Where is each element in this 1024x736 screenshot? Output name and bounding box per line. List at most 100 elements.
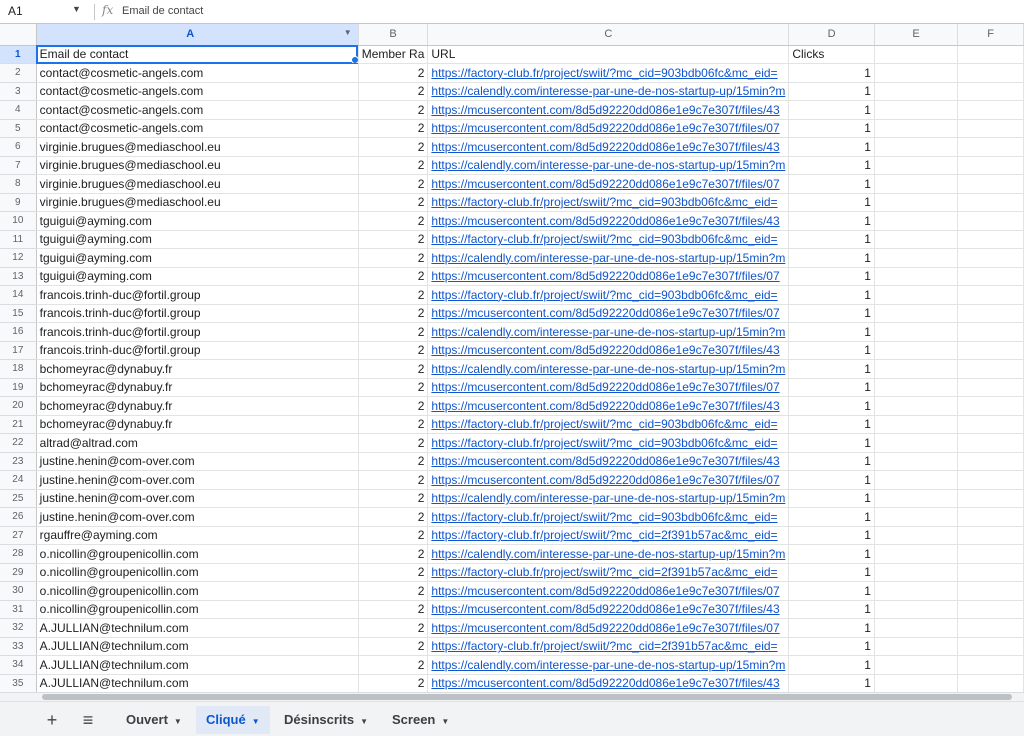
empty-cell[interactable] bbox=[874, 211, 959, 231]
clicks-cell[interactable]: 1 bbox=[788, 637, 875, 656]
url-cell[interactable]: https://factory-club.fr/project/swiit/?m… bbox=[427, 433, 790, 453]
empty-cell[interactable] bbox=[874, 119, 959, 138]
row-header[interactable]: 23 bbox=[0, 452, 37, 471]
clicks-cell[interactable]: 1 bbox=[788, 433, 875, 453]
row-header[interactable]: 18 bbox=[0, 359, 37, 379]
email-cell[interactable]: francois.trinh-duc@fortil.group bbox=[36, 285, 359, 305]
member-rating-cell[interactable]: 2 bbox=[358, 359, 429, 379]
row-header[interactable]: 25 bbox=[0, 489, 37, 508]
horizontal-scrollbar[interactable] bbox=[0, 692, 1024, 701]
empty-cell[interactable] bbox=[957, 433, 1024, 453]
email-cell[interactable]: o.nicollin@groupenicollin.com bbox=[36, 563, 359, 582]
column-header-c[interactable]: C bbox=[427, 24, 790, 46]
empty-cell[interactable] bbox=[874, 193, 959, 212]
row-header[interactable]: 7 bbox=[0, 156, 37, 175]
email-cell[interactable]: justine.henin@com-over.com bbox=[36, 507, 359, 527]
empty-cell[interactable] bbox=[874, 674, 959, 692]
member-rating-cell[interactable]: 2 bbox=[358, 100, 429, 120]
row-header[interactable]: 6 bbox=[0, 137, 37, 157]
empty-cell[interactable] bbox=[957, 248, 1024, 268]
email-cell[interactable]: A.JULLIAN@technilum.com bbox=[36, 655, 359, 675]
email-cell[interactable]: bchomeyrac@dynabuy.fr bbox=[36, 415, 359, 434]
clicks-cell[interactable]: 1 bbox=[788, 174, 875, 194]
empty-cell[interactable] bbox=[874, 137, 959, 157]
url-cell[interactable]: https://mcusercontent.com/8d5d92220dd086… bbox=[427, 452, 790, 471]
empty-cell[interactable] bbox=[957, 544, 1024, 564]
row-header[interactable]: 11 bbox=[0, 230, 37, 249]
row-header[interactable]: 32 bbox=[0, 618, 37, 638]
row-header[interactable]: 28 bbox=[0, 544, 37, 564]
email-cell[interactable]: francois.trinh-duc@fortil.group bbox=[36, 322, 359, 342]
clicks-cell[interactable]: 1 bbox=[788, 230, 875, 249]
member-rating-cell[interactable]: 2 bbox=[358, 618, 429, 638]
row-header[interactable]: 13 bbox=[0, 267, 37, 286]
empty-cell[interactable] bbox=[874, 600, 959, 619]
member-rating-cell[interactable]: 2 bbox=[358, 378, 429, 397]
clicks-cell[interactable]: 1 bbox=[788, 378, 875, 397]
url-cell[interactable]: https://factory-club.fr/project/swiit/?m… bbox=[427, 563, 790, 582]
select-all-corner[interactable] bbox=[0, 24, 37, 46]
url-cell[interactable]: https://mcusercontent.com/8d5d92220dd086… bbox=[427, 581, 790, 601]
empty-cell[interactable] bbox=[957, 193, 1024, 212]
member-rating-cell[interactable]: 2 bbox=[358, 193, 429, 212]
email-cell[interactable]: justine.henin@com-over.com bbox=[36, 489, 359, 508]
row-header[interactable]: 3 bbox=[0, 82, 37, 101]
member-rating-cell[interactable]: 2 bbox=[358, 526, 429, 545]
clicks-cell[interactable]: 1 bbox=[788, 341, 875, 360]
empty-cell[interactable] bbox=[874, 489, 959, 508]
empty-cell[interactable] bbox=[957, 341, 1024, 360]
cell-f1[interactable] bbox=[957, 45, 1024, 64]
email-cell[interactable]: A.JULLIAN@technilum.com bbox=[36, 637, 359, 656]
column-header-f[interactable]: F bbox=[957, 24, 1024, 46]
empty-cell[interactable] bbox=[957, 211, 1024, 231]
empty-cell[interactable] bbox=[874, 452, 959, 471]
member-rating-cell[interactable]: 2 bbox=[358, 119, 429, 138]
url-cell[interactable]: https://calendly.com/interesse-par-une-d… bbox=[427, 359, 790, 379]
email-cell[interactable]: bchomeyrac@dynabuy.fr bbox=[36, 359, 359, 379]
member-rating-cell[interactable]: 2 bbox=[358, 507, 429, 527]
empty-cell[interactable] bbox=[957, 156, 1024, 175]
empty-cell[interactable] bbox=[874, 82, 959, 101]
email-cell[interactable]: virginie.brugues@mediaschool.eu bbox=[36, 193, 359, 212]
clicks-cell[interactable]: 1 bbox=[788, 489, 875, 508]
member-rating-cell[interactable]: 2 bbox=[358, 544, 429, 564]
email-cell[interactable]: bchomeyrac@dynabuy.fr bbox=[36, 396, 359, 416]
row-header[interactable]: 17 bbox=[0, 341, 37, 360]
url-cell[interactable]: https://mcusercontent.com/8d5d92220dd086… bbox=[427, 304, 790, 323]
row-header[interactable]: 20 bbox=[0, 396, 37, 416]
clicks-cell[interactable]: 1 bbox=[788, 248, 875, 268]
chevron-down-icon[interactable]: ▼ bbox=[252, 717, 260, 726]
member-rating-cell[interactable]: 2 bbox=[358, 563, 429, 582]
clicks-cell[interactable]: 1 bbox=[788, 63, 875, 83]
clicks-cell[interactable]: 1 bbox=[788, 507, 875, 527]
member-rating-cell[interactable]: 2 bbox=[358, 396, 429, 416]
url-cell[interactable]: https://mcusercontent.com/8d5d92220dd086… bbox=[427, 674, 790, 692]
column-header-a[interactable]: A ▼ bbox=[36, 24, 359, 46]
row-header[interactable]: 14 bbox=[0, 285, 37, 305]
empty-cell[interactable] bbox=[874, 174, 959, 194]
url-cell[interactable]: https://mcusercontent.com/8d5d92220dd086… bbox=[427, 137, 790, 157]
clicks-cell[interactable]: 1 bbox=[788, 359, 875, 379]
clicks-cell[interactable]: 1 bbox=[788, 470, 875, 490]
empty-cell[interactable] bbox=[874, 248, 959, 268]
url-cell[interactable]: https://mcusercontent.com/8d5d92220dd086… bbox=[427, 396, 790, 416]
clicks-cell[interactable]: 1 bbox=[788, 193, 875, 212]
url-cell[interactable]: https://mcusercontent.com/8d5d92220dd086… bbox=[427, 378, 790, 397]
url-cell[interactable]: https://mcusercontent.com/8d5d92220dd086… bbox=[427, 267, 790, 286]
email-cell[interactable]: justine.henin@com-over.com bbox=[36, 470, 359, 490]
member-rating-cell[interactable]: 2 bbox=[358, 322, 429, 342]
member-rating-cell[interactable]: 2 bbox=[358, 304, 429, 323]
email-cell[interactable]: francois.trinh-duc@fortil.group bbox=[36, 341, 359, 360]
clicks-cell[interactable]: 1 bbox=[788, 618, 875, 638]
empty-cell[interactable] bbox=[874, 655, 959, 675]
clicks-cell[interactable]: 1 bbox=[788, 304, 875, 323]
clicks-cell[interactable]: 1 bbox=[788, 211, 875, 231]
row-header[interactable]: 33 bbox=[0, 637, 37, 656]
empty-cell[interactable] bbox=[957, 507, 1024, 527]
clicks-cell[interactable]: 1 bbox=[788, 156, 875, 175]
column-header-b[interactable]: B bbox=[358, 24, 429, 46]
email-cell[interactable]: tguigui@ayming.com bbox=[36, 211, 359, 231]
email-cell[interactable]: virginie.brugues@mediaschool.eu bbox=[36, 156, 359, 175]
url-cell[interactable]: https://calendly.com/interesse-par-une-d… bbox=[427, 655, 790, 675]
empty-cell[interactable] bbox=[874, 470, 959, 490]
